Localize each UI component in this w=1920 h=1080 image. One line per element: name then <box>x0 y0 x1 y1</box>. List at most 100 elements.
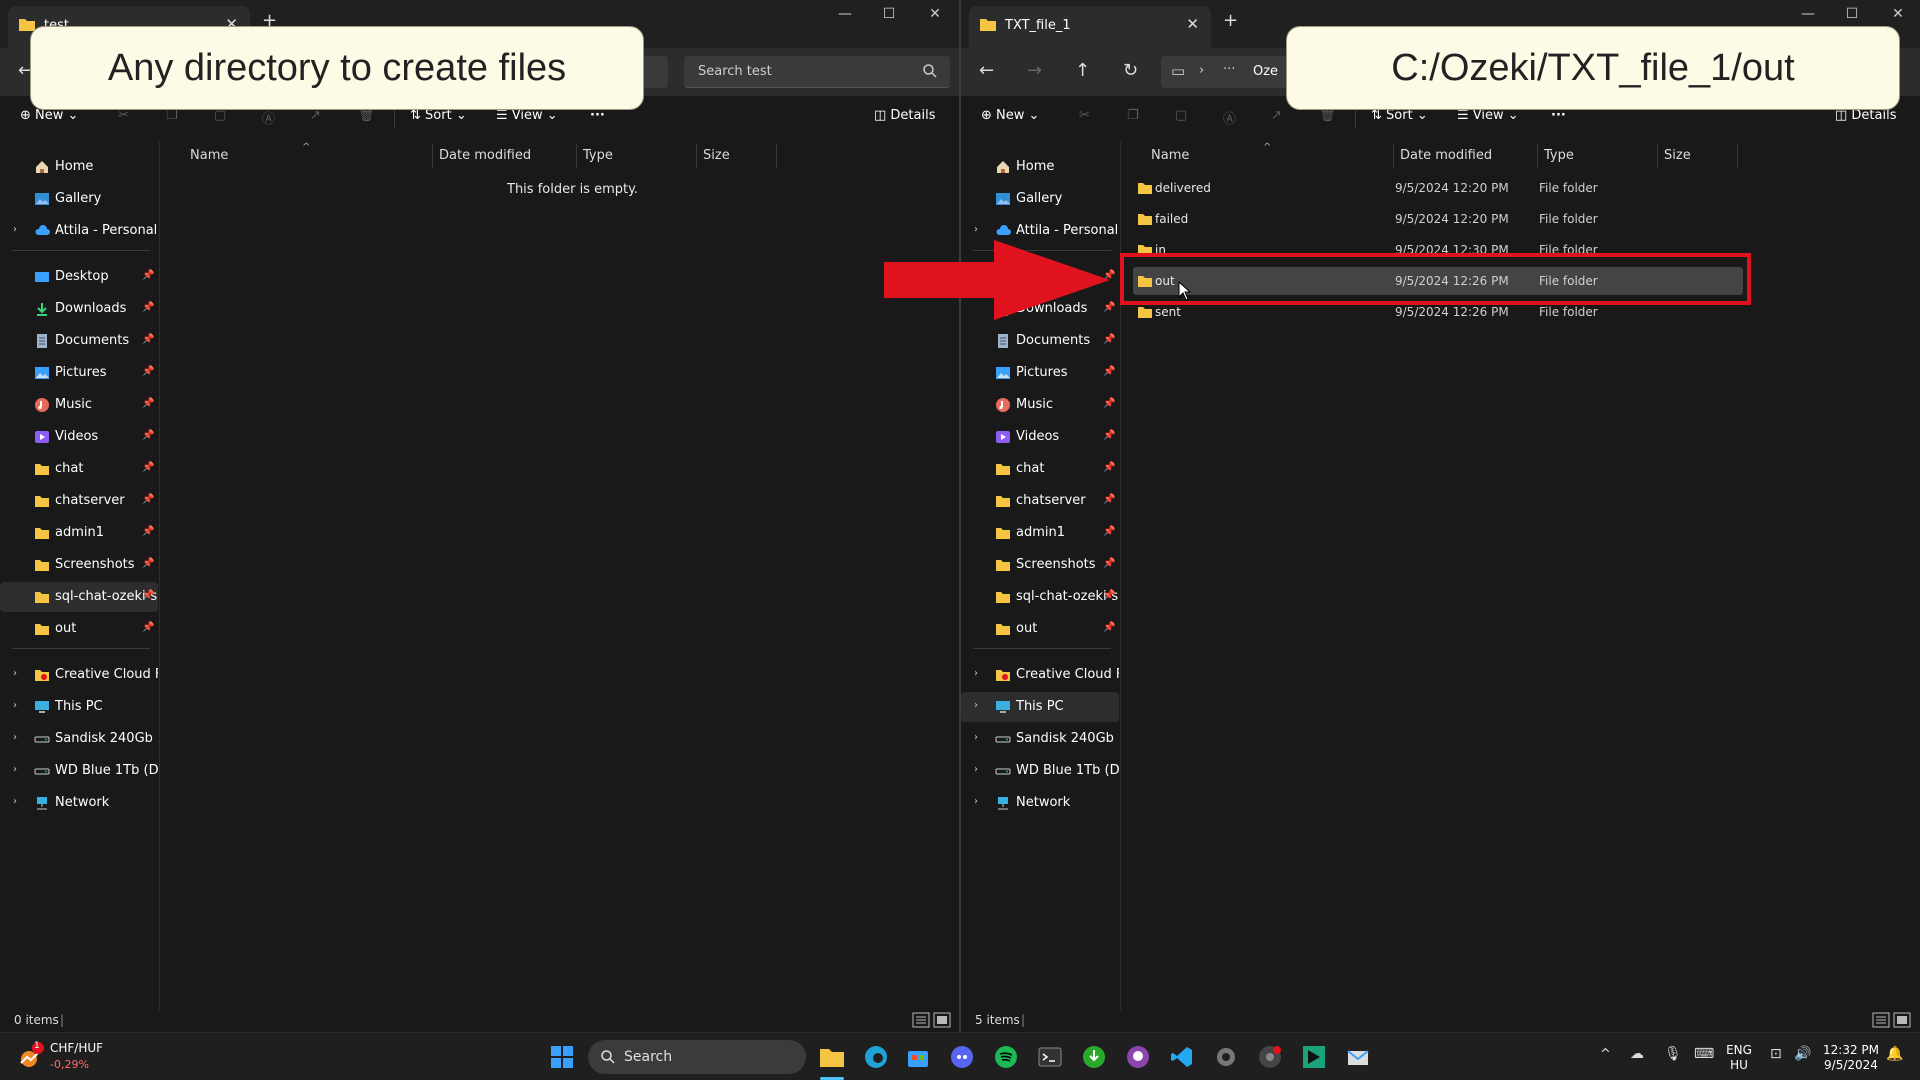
sidebar-item-screenshots[interactable]: Screenshots 📌 <box>0 550 158 580</box>
close-window-icon[interactable]: ✕ <box>920 6 950 22</box>
sidebar-item-admin1[interactable]: admin1 📌 <box>0 518 158 548</box>
clock[interactable]: 12:32 PM 9/5/2024 <box>1818 1043 1884 1073</box>
spotify-icon[interactable] <box>992 1043 1020 1071</box>
copy-icon[interactable]: ❐ <box>166 108 178 123</box>
chevron-right-icon[interactable]: › <box>13 796 17 807</box>
column-date-modified[interactable]: Date modified <box>1400 148 1492 163</box>
notification-bell-icon[interactable]: 🔔 <box>1886 1046 1903 1062</box>
sidebar-item-videos[interactable]: Videos 📌 <box>961 422 1119 452</box>
chrome-icon[interactable] <box>1256 1043 1284 1071</box>
settings-gear-icon[interactable] <box>1212 1043 1240 1071</box>
sidebar-item-gallery[interactable]: Gallery <box>0 184 158 214</box>
vscode-icon[interactable] <box>1168 1043 1196 1071</box>
cut-icon[interactable]: ✂ <box>118 108 129 123</box>
sidebar-item-music[interactable]: Music 📌 <box>961 390 1119 420</box>
sidebar-item-pictures[interactable]: Pictures 📌 <box>961 358 1119 388</box>
column-type[interactable]: Type <box>583 148 613 163</box>
maximize-icon[interactable]: ☐ <box>1837 6 1867 22</box>
sidebar-item-sandisk-240gb-f[interactable]: › Sandisk 240Gb (F:) <box>0 724 158 754</box>
sidebar-item-pictures[interactable]: Pictures 📌 <box>0 358 158 388</box>
sidebar-item-home[interactable]: Home <box>0 152 158 182</box>
sort-button[interactable]: ⇅ Sort ⌄ <box>1371 108 1428 123</box>
chevron-right-icon[interactable]: › <box>13 764 17 775</box>
keyboard-icon[interactable]: ⌨ <box>1694 1046 1714 1062</box>
torrent-icon[interactable] <box>1080 1043 1108 1071</box>
file-row-failed[interactable]: failed 9/5/2024 12:20 PM File folder <box>1133 205 1743 233</box>
sidebar-item-sql-chat-ozeki-s[interactable]: sql-chat-ozeki-s 📌 <box>0 582 158 612</box>
sidebar-item-network[interactable]: › Network <box>961 788 1119 818</box>
chevron-right-icon[interactable]: › <box>974 224 978 235</box>
back-icon[interactable]: ← <box>979 60 994 81</box>
chevron-right-icon[interactable]: › <box>13 700 17 711</box>
onedrive-icon[interactable]: ☁ <box>1630 1046 1644 1062</box>
sidebar-item-this-pc[interactable]: › This PC <box>961 692 1119 722</box>
up-icon[interactable]: ↑ <box>1075 60 1090 81</box>
paste-icon[interactable]: ▢ <box>1175 108 1187 123</box>
minimize-icon[interactable]: — <box>1793 6 1823 22</box>
sidebar-item-admin1[interactable]: admin1 📌 <box>961 518 1119 548</box>
forward-icon[interactable]: → <box>1027 60 1042 81</box>
close-tab-icon[interactable]: ✕ <box>1186 15 1199 33</box>
column-size[interactable]: Size <box>1664 148 1691 163</box>
column-name[interactable]: Name <box>190 148 228 163</box>
discord-icon[interactable] <box>948 1043 976 1071</box>
column-name[interactable]: Name <box>1151 148 1189 163</box>
chevron-right-icon[interactable]: › <box>13 224 17 235</box>
mail-app-icon[interactable] <box>1344 1043 1372 1071</box>
chevron-up-icon[interactable]: ^ <box>1600 1047 1611 1062</box>
volume-icon[interactable]: 🔊 <box>1794 1046 1811 1062</box>
file-explorer-icon[interactable] <box>818 1043 846 1071</box>
view-button[interactable]: ☰ View ⌄ <box>1457 108 1519 123</box>
paste-icon[interactable]: ▢ <box>214 108 226 123</box>
microphone-icon[interactable]: 🎙 <box>1664 1046 1682 1062</box>
sidebar-item-creative-cloud-files[interactable]: › Creative Cloud Files <box>961 660 1119 690</box>
chevron-right-icon[interactable]: › <box>13 732 17 743</box>
more-options-icon[interactable]: ··· <box>590 108 605 123</box>
details-button[interactable]: ◫ Details <box>1835 108 1897 123</box>
sidebar-item-desktop[interactable]: Desktop 📌 <box>0 262 158 292</box>
sidebar-item-network[interactable]: › Network <box>0 788 158 818</box>
store-icon[interactable] <box>904 1043 932 1071</box>
more-path-icon[interactable]: ··· <box>1223 62 1235 77</box>
minimize-icon[interactable]: — <box>830 6 860 22</box>
sidebar-item-chat[interactable]: chat 📌 <box>0 454 158 484</box>
refresh-icon[interactable]: ↻ <box>1123 60 1138 81</box>
sidebar-item-chat[interactable]: chat 📌 <box>961 454 1119 484</box>
new-button[interactable]: ⊕ New ⌄ <box>20 108 78 123</box>
sidebar-item-this-pc[interactable]: › This PC <box>0 692 158 722</box>
sidebar-item-sandisk-240gb-f[interactable]: › Sandisk 240Gb (F:) <box>961 724 1119 754</box>
sidebar-item-home[interactable]: Home <box>961 152 1119 182</box>
chevron-right-icon[interactable]: › <box>974 732 978 743</box>
chevron-right-icon[interactable]: › <box>974 668 978 679</box>
delete-icon[interactable]: 🗑 <box>1319 108 1336 123</box>
app-icon[interactable] <box>1300 1043 1328 1071</box>
column-date-modified[interactable]: Date modified <box>439 148 531 163</box>
maximize-icon[interactable]: ☐ <box>874 6 904 22</box>
taskbar-search[interactable]: Search <box>588 1040 806 1074</box>
column-type[interactable]: Type <box>1544 148 1574 163</box>
file-row-delivered[interactable]: delivered 9/5/2024 12:20 PM File folder <box>1133 174 1743 202</box>
windows-start-icon[interactable] <box>548 1043 576 1071</box>
copy-icon[interactable]: ❐ <box>1127 108 1139 123</box>
view-toggle[interactable] <box>1872 1011 1912 1032</box>
view-button[interactable]: ☰ View ⌄ <box>496 108 558 123</box>
chevron-right-icon[interactable]: › <box>974 796 978 807</box>
share-icon[interactable]: ↗ <box>310 108 321 123</box>
chevron-right-icon[interactable]: › <box>974 764 978 775</box>
sidebar-item-sql-chat-ozeki-s[interactable]: sql-chat-ozeki-s 📌 <box>961 582 1119 612</box>
sidebar-item-wd-blue-1tb-d[interactable]: › WD Blue 1Tb (D:) <box>961 756 1119 786</box>
sidebar-item-documents[interactable]: Documents 📌 <box>0 326 158 356</box>
sidebar-item-chatserver[interactable]: chatserver 📌 <box>961 486 1119 516</box>
sidebar-item-creative-cloud-files[interactable]: › Creative Cloud Files <box>0 660 158 690</box>
rename-icon[interactable]: Ⓐ <box>262 108 275 127</box>
sidebar-item-out[interactable]: out 📌 <box>961 614 1119 644</box>
chevron-right-icon[interactable]: › <box>13 668 17 679</box>
terminal-icon[interactable] <box>1036 1043 1064 1071</box>
share-icon[interactable]: ↗ <box>1271 108 1282 123</box>
column-size[interactable]: Size <box>703 148 730 163</box>
sidebar-item-chatserver[interactable]: chatserver 📌 <box>0 486 158 516</box>
sidebar-item-music[interactable]: Music 📌 <box>0 390 158 420</box>
details-view-icon[interactable] <box>912 1011 952 1029</box>
details-view-icon[interactable] <box>1872 1011 1912 1029</box>
rename-icon[interactable]: Ⓐ <box>1223 108 1236 127</box>
